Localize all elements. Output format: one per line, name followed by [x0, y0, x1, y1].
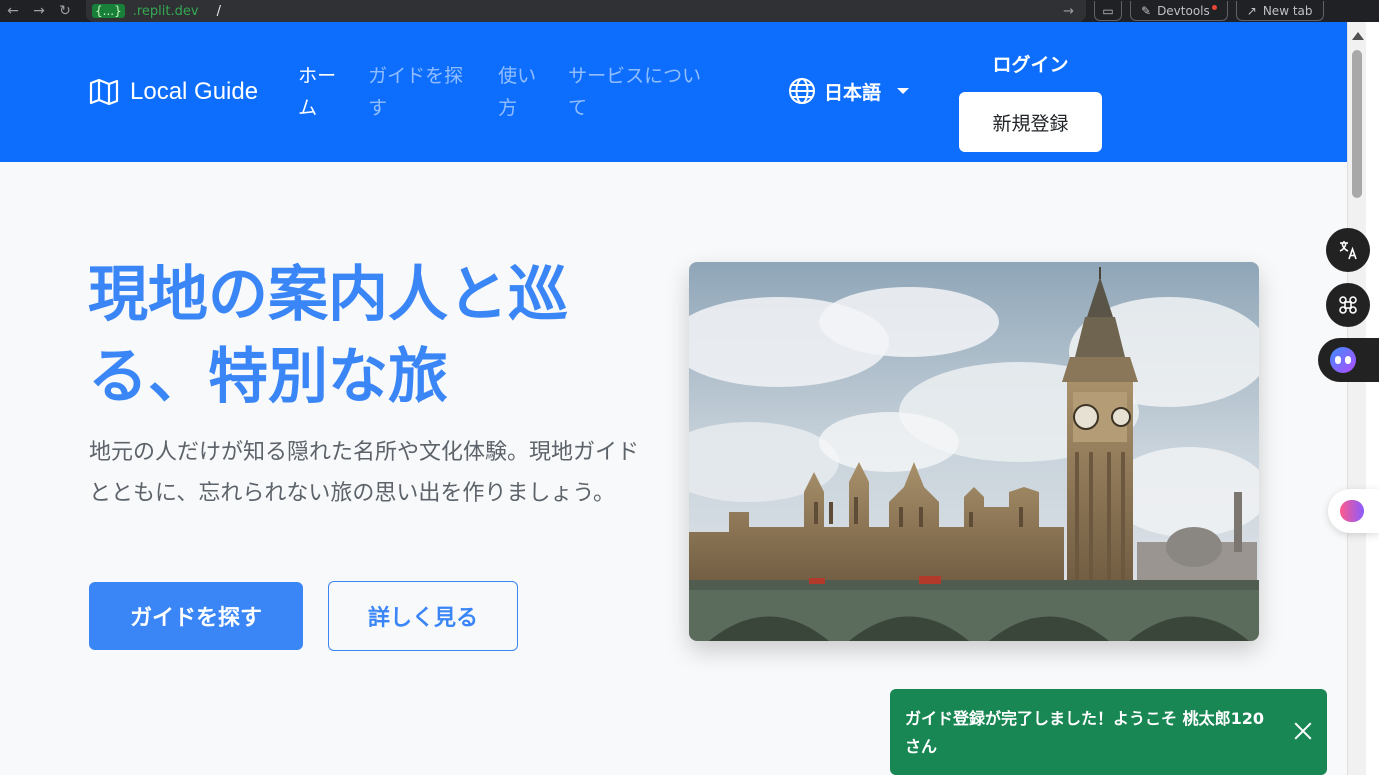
nav-item-how-to-use[interactable]: 使い方 — [488, 60, 558, 124]
external-link-icon: ↗ — [1246, 3, 1257, 18]
wrench-icon: ✎ — [1141, 3, 1152, 18]
learn-more-button[interactable]: 詳しく見る — [328, 581, 518, 651]
translate-icon[interactable] — [1326, 228, 1370, 272]
language-label: 日本語 — [824, 81, 882, 104]
navbar: Local Guide ホーム ガイドを探す 使い方 サービスについて 日本語 … — [0, 22, 1347, 162]
map-icon — [89, 78, 119, 106]
scrollbar-thumb[interactable] — [1352, 50, 1362, 198]
globe-icon — [789, 78, 815, 104]
page-viewport: Local Guide ホーム ガイドを探す 使い方 サービスについて 日本語 … — [0, 22, 1347, 775]
scroll-up-icon[interactable] — [1352, 32, 1364, 40]
back-icon[interactable]: ← — [0, 3, 26, 19]
screen-icon[interactable]: ▭ — [1094, 1, 1122, 21]
right-edge — [1366, 22, 1379, 775]
url-path: / — [216, 3, 221, 19]
login-link[interactable]: ログイン — [959, 50, 1102, 77]
notification-dot — [1211, 5, 1217, 10]
new-tab-label: New tab — [1262, 3, 1313, 18]
hero-image-big-ben — [689, 262, 1259, 641]
url-domain: .replit.dev — [132, 3, 199, 19]
hero-description: 地元の人だけが知る隠れた名所や文化体験。現地ガイドとともに、忘れられない旅の思い… — [89, 440, 640, 506]
find-guide-button[interactable]: ガイドを探す — [89, 582, 303, 650]
assistant-bot-icon[interactable] — [1318, 338, 1379, 382]
browser-chrome: ← → ↻ {...} .replit.dev / → ▭ ✎ Devtools… — [0, 0, 1379, 22]
forward-icon[interactable]: → — [26, 3, 52, 19]
go-arrow-icon[interactable]: → — [1063, 4, 1074, 19]
devtools-label: Devtools — [1157, 3, 1210, 18]
page-scrollbar[interactable] — [1347, 22, 1366, 775]
hero-title: 現地の案内人と巡る、特別な旅 — [88, 260, 568, 412]
brand-name: Local Guide — [130, 78, 259, 105]
nav-links: ホーム ガイドを探す 使い方 サービスについて — [288, 60, 728, 124]
command-icon[interactable] — [1326, 283, 1370, 327]
reload-icon[interactable]: ↻ — [52, 3, 78, 19]
nav-item-about-service[interactable]: サービスについて — [558, 60, 728, 124]
nav-item-home[interactable]: ホーム — [288, 60, 358, 124]
caret-down-icon — [897, 88, 910, 94]
nav-item-find-guide[interactable]: ガイドを探す — [358, 60, 488, 124]
register-button[interactable]: 新規登録 — [959, 92, 1102, 152]
replit-badge: {...} — [92, 4, 125, 18]
language-dropdown[interactable]: 日本語 — [788, 77, 910, 105]
brain-icon[interactable] — [1328, 489, 1379, 533]
toast-message: ガイド登録が完了しました！ようこそ 桃太郎120 さん — [905, 709, 1264, 756]
success-toast: ガイド登録が完了しました！ようこそ 桃太郎120 さん — [890, 689, 1327, 775]
devtools-button[interactable]: ✎ Devtools — [1130, 1, 1228, 21]
brand[interactable]: Local Guide — [88, 76, 258, 108]
new-tab-button[interactable]: ↗ New tab — [1235, 1, 1324, 21]
address-bar[interactable]: {...} .replit.dev / → — [86, 0, 1086, 22]
close-icon[interactable] — [1291, 719, 1315, 743]
